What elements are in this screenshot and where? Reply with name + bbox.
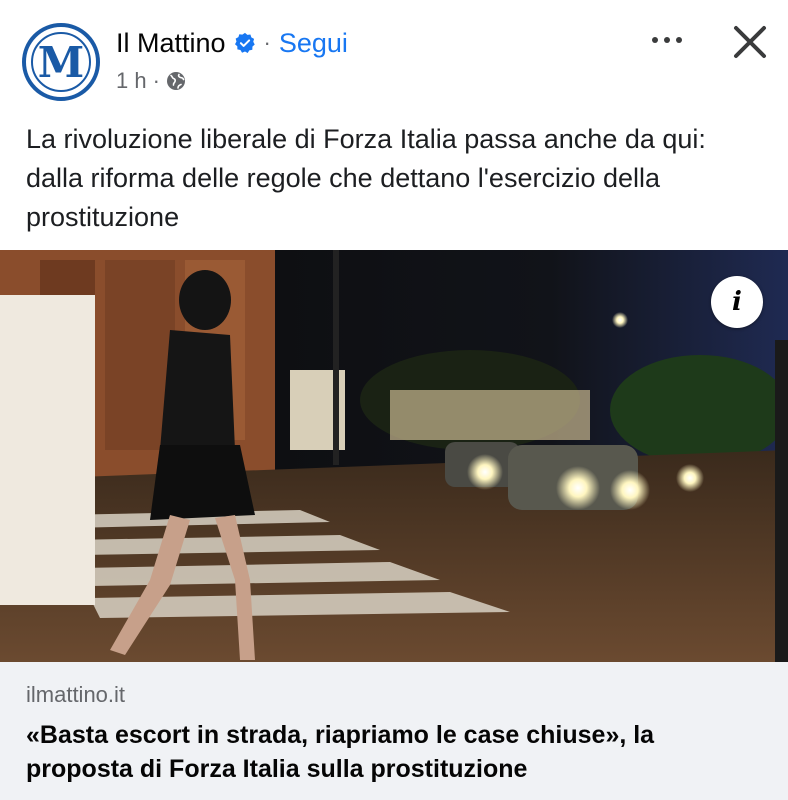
link-domain: ilmattino.it	[26, 682, 126, 707]
more-dot	[664, 37, 670, 43]
post-photo[interactable]	[0, 250, 788, 662]
more-dot	[676, 37, 682, 43]
link-title[interactable]: «Basta escort in strada, riapriamo le ca…	[26, 718, 756, 786]
post-header: M Il Mattino · Segui 1 h ·	[0, 0, 788, 112]
name-row: Il Mattino · Segui	[116, 25, 348, 61]
night-street-image	[0, 250, 788, 662]
info-icon[interactable]: i	[711, 276, 763, 328]
page-avatar[interactable]: M	[22, 23, 100, 101]
post-time[interactable]: 1 h	[116, 68, 147, 94]
close-icon[interactable]	[728, 20, 772, 64]
follow-button[interactable]: Segui	[279, 28, 348, 59]
more-options-icon[interactable]	[645, 28, 689, 52]
avatar-logo: M	[31, 32, 91, 92]
meta-separator: ·	[152, 68, 160, 93]
page-name[interactable]: Il Mattino	[116, 28, 226, 59]
post-meta: 1 h ·	[116, 66, 186, 96]
verified-badge-icon	[234, 32, 255, 53]
more-dot	[652, 37, 658, 43]
post-caption: La rivoluzione liberale di Forza Italia …	[26, 124, 706, 232]
globe-icon[interactable]	[166, 71, 186, 91]
dot-separator: ·	[263, 30, 271, 55]
